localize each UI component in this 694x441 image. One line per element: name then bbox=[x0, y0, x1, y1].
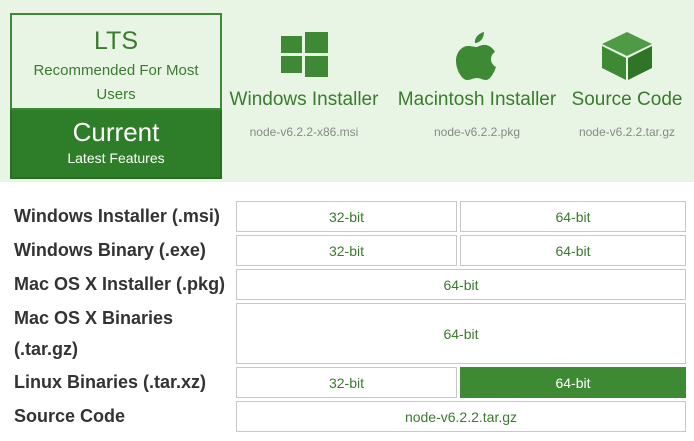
linux-binaries-32bit-button[interactable]: 32-bit bbox=[236, 367, 457, 398]
row-label-mac-binaries: Mac OS X Binaries bbox=[14, 308, 174, 328]
mac-installer-64bit-button[interactable]: 64-bit bbox=[236, 269, 686, 300]
release-tabs: LTS Recommended For Most Users Current L… bbox=[10, 13, 222, 179]
windows-installer-64bit-button[interactable]: 64-bit bbox=[460, 201, 686, 232]
linux-binaries-64bit-button[interactable]: 64-bit bbox=[460, 367, 686, 398]
row-label-linux-binaries: Linux Binaries (.tar.xz) bbox=[14, 372, 207, 392]
row-label-windows-binary: Windows Binary (.exe) bbox=[14, 240, 206, 260]
row-label-windows-installer: Windows Installer (.msi) bbox=[14, 206, 220, 226]
mac-binaries-64bit-button[interactable]: 64-bit bbox=[236, 303, 686, 364]
windows-binary-32bit-button[interactable]: 32-bit bbox=[236, 235, 457, 266]
tab-lts-title: LTS bbox=[94, 27, 138, 55]
tab-current-title: Current bbox=[72, 117, 160, 147]
windows-binary-64bit-button[interactable]: 64-bit bbox=[460, 235, 686, 266]
apple-icon bbox=[456, 32, 496, 80]
windows-icon bbox=[281, 32, 328, 77]
tab-lts[interactable]: LTS Recommended For Most Users bbox=[10, 13, 222, 110]
download-filename: node-v6.2.2-x86.msi bbox=[249, 125, 359, 139]
source-code-tarball-button[interactable]: node-v6.2.2.tar.gz bbox=[236, 401, 686, 432]
tab-lts-subtitle: Recommended For Most Users bbox=[33, 62, 199, 103]
windows-installer-32bit-button[interactable]: 32-bit bbox=[236, 201, 457, 232]
tab-current[interactable]: Current Latest Features bbox=[10, 110, 222, 179]
download-mac-installer[interactable]: Macintosh Installer node-v6.2.2.pkg bbox=[394, 30, 560, 140]
tab-current-subtitle: Latest Features bbox=[67, 150, 165, 166]
download-windows-installer[interactable]: Windows Installer node-v6.2.2-x86.msi bbox=[228, 30, 380, 140]
row-label-mac-installer: Mac OS X Installer (.pkg) bbox=[14, 274, 226, 294]
download-label: Macintosh Installer bbox=[397, 89, 557, 110]
box-icon bbox=[602, 32, 652, 80]
row-label-mac-binaries-ext: (.tar.gz) bbox=[14, 339, 79, 359]
download-filename: node-v6.2.2.pkg bbox=[433, 125, 521, 139]
download-label: Windows Installer bbox=[229, 89, 379, 110]
row-label-source-code: Source Code bbox=[14, 406, 126, 426]
download-filename: node-v6.2.2.tar.gz bbox=[578, 125, 676, 139]
download-label: Source Code bbox=[571, 89, 683, 110]
download-source-code[interactable]: Source Code node-v6.2.2.tar.gz bbox=[570, 30, 684, 140]
